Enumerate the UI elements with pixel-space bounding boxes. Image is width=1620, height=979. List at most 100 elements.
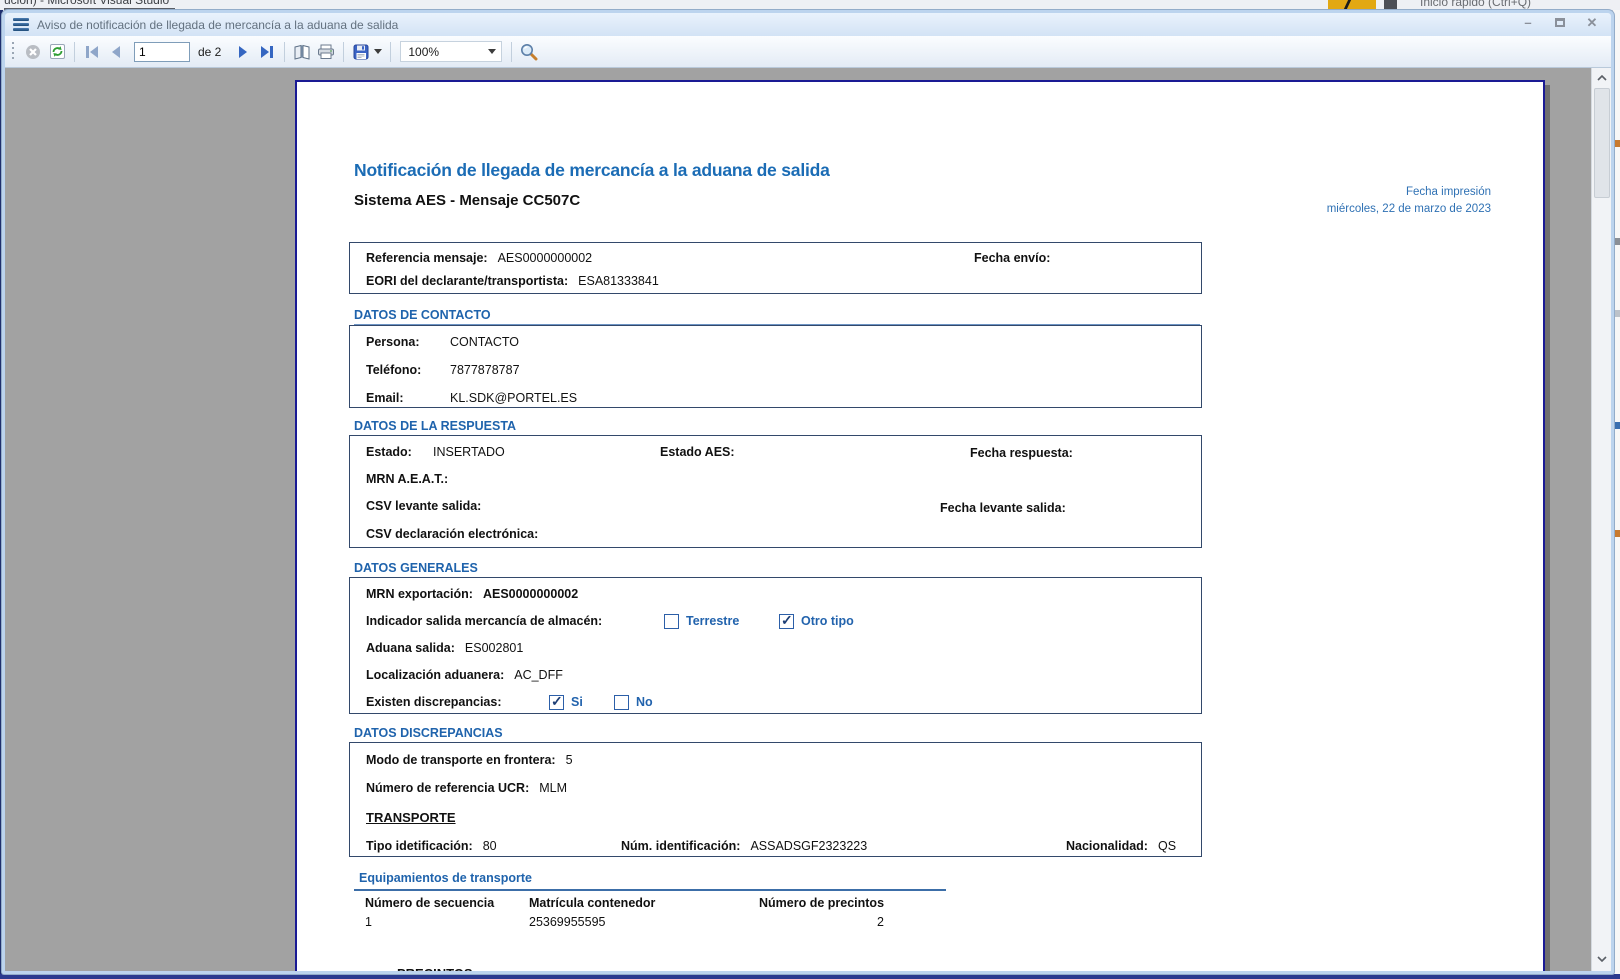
vertical-scrollbar[interactable]	[1591, 68, 1611, 971]
respuesta-box: Estado: INSERTADO Estado AES: Fecha resp…	[349, 435, 1202, 548]
previous-page-button[interactable]	[104, 40, 128, 64]
first-page-icon	[86, 45, 98, 58]
code-fragment	[1615, 310, 1620, 317]
preview-area: Notificación de llegada de mercancía a l…	[5, 68, 1611, 971]
no-label: No	[636, 695, 653, 709]
page-count-label: de 2	[198, 44, 222, 59]
estado-value: INSERTADO	[433, 445, 505, 459]
code-fragment	[1615, 238, 1620, 245]
report-page: Notificación de llegada de mercancía a l…	[295, 80, 1545, 971]
minimize-button[interactable]: –	[1519, 15, 1537, 31]
discrepancias-box: Modo de transporte en frontera: 5 Número…	[349, 742, 1202, 857]
no-checkbox[interactable]	[614, 694, 629, 710]
reportviewer-toolbar: de 2	[5, 36, 1611, 68]
stop-button[interactable]	[21, 40, 45, 64]
aduana-salida-value: ES002801	[464, 641, 524, 655]
previous-page-icon	[112, 45, 120, 58]
otro-tipo-checkbox[interactable]	[779, 612, 794, 629]
csv-declaracion-label: CSV declaración electrónica:	[366, 527, 539, 541]
page-setup-button[interactable]	[290, 40, 314, 64]
discrepancias-label: Existen discrepancias:	[366, 695, 502, 709]
vs-quick-launch: Inicio rápido (Ctrl+Q)	[1420, 0, 1532, 9]
si-checkbox[interactable]	[549, 693, 564, 710]
equipamientos-header: Equipamientos de transporte	[359, 871, 532, 885]
transporte-subheader: TRANSPORTE	[366, 809, 456, 825]
section-generales-header: DATOS GENERALES	[354, 561, 1200, 578]
report-subtitle: Sistema AES - Mensaje CC507C	[354, 192, 581, 209]
scroll-down-button[interactable]	[1592, 949, 1611, 968]
stop-icon	[26, 44, 40, 59]
equipamientos-rule	[354, 889, 946, 891]
scrollbar-thumb[interactable]	[1594, 88, 1610, 198]
refresh-icon	[49, 44, 65, 59]
vs-window-title: ución) - Microsoft Visual Studio	[4, 0, 176, 10]
vs-toolbar-dropdown-fragment	[1384, 0, 1397, 9]
estado-aes-label: Estado AES:	[660, 445, 735, 459]
zoom-dropdown-caret	[488, 49, 497, 54]
col-matricula: Matrícula contenedor	[529, 896, 656, 910]
zoom-value: 100%	[408, 44, 440, 59]
terrestre-checkbox[interactable]	[664, 613, 679, 629]
mrn-aeat-label: MRN A.E.A.T.:	[366, 472, 449, 486]
maximize-button[interactable]	[1551, 15, 1569, 31]
dialog-title: Aviso de notificación de llegada de merc…	[37, 17, 399, 32]
cell-matricula: 25369955595	[529, 915, 606, 929]
section-contacto-header: DATOS DE CONTACTO	[354, 308, 1200, 325]
fecha-levante-label: Fecha levante salida:	[940, 501, 1066, 515]
vs-background-bottom-strip	[0, 974, 1620, 979]
print-icon	[318, 44, 335, 59]
persona-value: CONTACTO	[450, 335, 519, 349]
export-button[interactable]	[349, 40, 385, 64]
print-date-value: miércoles, 22 de marzo de 2023	[1326, 203, 1491, 215]
report-preview-dialog: Aviso de notificación de llegada de merc…	[2, 10, 1614, 974]
dialog-titlebar[interactable]: Aviso de notificación de llegada de merc…	[5, 13, 1611, 36]
indicador-label: Indicador salida mercancía de almacén:	[366, 614, 603, 628]
vs-background-titlebar: ución) - Microsoft Visual Studio Inicio …	[0, 0, 1620, 10]
otro-tipo-label: Otro tipo	[801, 614, 854, 628]
export-dropdown-caret	[373, 49, 382, 54]
next-page-button[interactable]	[231, 40, 255, 64]
report-window-icon	[13, 18, 29, 31]
localizacion-label: Localización aduanera:	[366, 668, 505, 682]
persona-label: Persona:	[366, 335, 420, 349]
zoom-select[interactable]: 100%	[400, 41, 503, 62]
nacionalidad-value: QS	[1157, 839, 1177, 853]
telefono-label: Teléfono:	[366, 363, 422, 377]
referencia-label: Referencia mensaje:	[366, 251, 488, 265]
telefono-value: 7877878787	[450, 363, 520, 377]
first-page-button[interactable]	[80, 40, 104, 64]
close-button[interactable]: ✕	[1583, 15, 1601, 31]
cell-secuencia: 1	[365, 915, 372, 929]
current-page-input[interactable]	[134, 41, 190, 62]
tipo-identificacion-value: 80	[482, 839, 497, 853]
ucr-value: MLM	[539, 781, 568, 795]
code-fragment	[1615, 140, 1620, 147]
next-page-icon	[239, 45, 248, 58]
print-button[interactable]	[314, 40, 338, 64]
print-date-label: Fecha impresión	[1405, 186, 1491, 198]
cell-precintos: 2	[877, 915, 884, 929]
terrestre-label: Terrestre	[686, 614, 740, 628]
contacto-box: Persona: CONTACTO Teléfono: 7877878787 E…	[349, 325, 1202, 408]
find-button[interactable]	[517, 40, 541, 64]
fecha-respuesta-label: Fecha respuesta:	[970, 446, 1073, 460]
fecha-envio-label: Fecha envío:	[974, 251, 1051, 265]
find-magnifier-icon	[521, 43, 538, 60]
reference-box: Referencia mensaje: AES0000000002 Fecha …	[349, 242, 1202, 294]
section-respuesta-header: DATOS DE LA RESPUESTA	[354, 419, 1200, 436]
export-save-icon	[353, 44, 369, 59]
page-setup-icon	[294, 44, 310, 60]
modo-transporte-value: 5	[565, 753, 573, 767]
nacionalidad-label: Nacionalidad:	[1066, 839, 1148, 853]
email-value: KL.SDK@PORTEL.ES	[450, 391, 578, 405]
maximize-icon	[1555, 18, 1565, 27]
mrn-exportacion-label: MRN exportación:	[366, 587, 473, 601]
screen: ución) - Microsoft Visual Studio Inicio …	[0, 0, 1620, 979]
last-page-button[interactable]	[255, 40, 279, 64]
toolbar-grip-handle[interactable]	[11, 41, 15, 62]
print-date-block: Fecha impresión miércoles, 22 de marzo d…	[1327, 184, 1491, 218]
col-precintos: Número de precintos	[759, 896, 885, 910]
scroll-up-button[interactable]	[1592, 68, 1611, 87]
localizacion-value: AC_DFF	[514, 668, 563, 682]
refresh-button[interactable]	[45, 40, 69, 64]
